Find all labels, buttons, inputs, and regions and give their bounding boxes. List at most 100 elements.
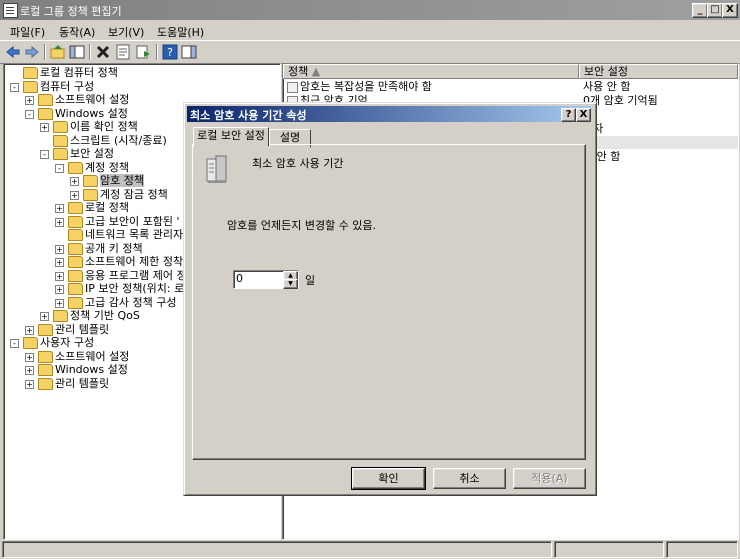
dialog-close-button[interactable]: X bbox=[576, 108, 591, 122]
column-header-policy-label: 정책 bbox=[288, 65, 309, 78]
expand-icon[interactable]: + bbox=[25, 352, 34, 362]
expand-icon[interactable]: + bbox=[55, 258, 64, 267]
menu-view[interactable]: 보기(V) bbox=[108, 24, 144, 40]
tree-node[interactable]: 로컬 컴퓨터 정책 bbox=[4, 66, 280, 79]
tree-node-label: Windows 설정 bbox=[55, 363, 128, 376]
tree-node-label: 소프트웨어 제한 정착 bbox=[85, 255, 184, 268]
maximize-button[interactable]: □ bbox=[707, 3, 723, 18]
show-pane-icon[interactable] bbox=[181, 44, 197, 60]
tree-node-label: 관리 템플릿 bbox=[55, 322, 110, 336]
menu-action[interactable]: 동작(A) bbox=[59, 24, 95, 40]
cancel-button[interactable]: 취소 bbox=[433, 468, 506, 489]
server-icon bbox=[206, 155, 227, 183]
properties-icon[interactable] bbox=[115, 44, 131, 60]
expand-icon[interactable]: + bbox=[25, 96, 34, 105]
folder-icon bbox=[38, 323, 53, 336]
tree-node-label: 사용자 구성 bbox=[40, 336, 95, 349]
expand-icon[interactable]: + bbox=[55, 244, 64, 254]
folder-icon bbox=[23, 337, 38, 349]
help-icon[interactable]: ? bbox=[162, 44, 178, 60]
status-panel-3 bbox=[666, 541, 738, 558]
close-button[interactable]: X bbox=[722, 3, 738, 18]
status-panel-2 bbox=[554, 541, 664, 558]
folder-icon bbox=[38, 377, 53, 390]
expand-icon[interactable]: + bbox=[40, 312, 49, 321]
tree-node-label: 계정 잠금 정책 bbox=[100, 187, 168, 201]
menu-bar: 파일(F) 동작(A) 보기(V) 도움말(H) bbox=[0, 20, 740, 40]
dialog-help-button[interactable]: ? bbox=[561, 108, 576, 122]
tree-node-label: 네트워크 목록 관리자 bbox=[85, 228, 184, 241]
folder-icon bbox=[38, 350, 53, 363]
setting-cell: 사용 안 함 bbox=[583, 80, 631, 93]
tree-node-label: 로컬 정책 bbox=[85, 201, 129, 214]
delete-icon[interactable] bbox=[95, 44, 111, 60]
expand-icon[interactable]: + bbox=[70, 177, 79, 186]
menu-file[interactable]: 파일(F) bbox=[10, 24, 45, 40]
minimize-button[interactable]: _ bbox=[692, 3, 708, 18]
properties-dialog[interactable]: 최소 암호 사용 기간 속성 ? X 로컬 보안 설정 설명 최소 암호 사용 … bbox=[183, 102, 597, 496]
tree-node-label: 보안 설정 bbox=[70, 147, 114, 160]
policy-editor-icon bbox=[3, 3, 18, 18]
apply-button[interactable]: 적용(A) bbox=[513, 468, 586, 489]
tree-node-label: 스크립트 (시작/종료) bbox=[70, 133, 167, 147]
folder-icon bbox=[53, 121, 68, 133]
folder-icon bbox=[23, 67, 38, 79]
ok-button[interactable]: 확인 bbox=[351, 467, 426, 490]
dialog-title-bar[interactable]: 최소 암호 사용 기간 속성 ? X bbox=[187, 106, 591, 122]
collapse-icon[interactable]: - bbox=[40, 150, 49, 159]
folder-icon bbox=[68, 256, 83, 268]
expand-icon[interactable]: + bbox=[25, 379, 34, 389]
folder-icon bbox=[68, 229, 83, 241]
folder-icon bbox=[53, 310, 68, 322]
days-spinner[interactable]: 0 ▲ ▼ bbox=[233, 270, 299, 289]
collapse-icon[interactable]: - bbox=[25, 109, 34, 119]
tree-node[interactable]: - 컴퓨터 구성 bbox=[4, 80, 280, 93]
back-icon[interactable] bbox=[5, 44, 21, 60]
table-row[interactable]: 암호는 복잡성을 만족해야 함 사용 안 함 bbox=[283, 80, 738, 93]
expand-icon[interactable]: + bbox=[40, 123, 49, 132]
tree-node-label: 관리 템플릿 bbox=[55, 376, 110, 390]
folder-icon bbox=[53, 148, 68, 160]
expand-icon[interactable]: + bbox=[70, 190, 79, 200]
folder-icon bbox=[68, 161, 83, 174]
tree-node-label: 계정 정책 bbox=[85, 160, 129, 174]
expand-icon[interactable]: + bbox=[55, 204, 64, 213]
policy-icon bbox=[287, 82, 298, 93]
tree-node-label: 소프트웨어 설정 bbox=[55, 349, 130, 363]
folder-icon bbox=[38, 94, 53, 106]
expand-icon[interactable]: + bbox=[55, 217, 64, 227]
expand-icon[interactable]: + bbox=[55, 285, 64, 294]
export-icon[interactable] bbox=[135, 44, 151, 60]
tab-local-security-setting[interactable]: 로컬 보안 설정 bbox=[193, 127, 269, 147]
window-title-bar[interactable]: 로컬 그룹 정책 편집기 _ □ X bbox=[0, 0, 740, 20]
tree-node-label: IP 보안 정책(위치: 로 bbox=[85, 282, 185, 295]
folder-icon bbox=[38, 364, 53, 376]
tree-node-label: 로컬 컴퓨터 정책 bbox=[40, 66, 118, 79]
collapse-icon[interactable]: - bbox=[10, 339, 19, 348]
expand-icon[interactable]: + bbox=[25, 325, 34, 335]
column-header-policy[interactable]: 정책 ▲ bbox=[283, 64, 579, 79]
status-panel-main bbox=[2, 541, 552, 558]
tree-node-label: 공개 키 정책 bbox=[85, 241, 143, 255]
expand-icon[interactable]: + bbox=[55, 271, 64, 281]
menu-help[interactable]: 도움말(H) bbox=[157, 24, 204, 40]
column-header-setting[interactable]: 보안 설정 bbox=[579, 64, 738, 79]
collapse-icon[interactable]: - bbox=[55, 163, 64, 173]
tree-node-label: 소프트웨어 설정 bbox=[55, 93, 130, 106]
expand-icon[interactable]: + bbox=[25, 366, 34, 375]
up-icon[interactable] bbox=[50, 44, 66, 60]
status-bar bbox=[0, 540, 740, 559]
spin-down-icon[interactable]: ▼ bbox=[283, 279, 298, 289]
days-value[interactable]: 0 bbox=[236, 272, 243, 285]
policy-name-label: 최소 암호 사용 기간 bbox=[252, 157, 344, 170]
policy-cell: 암호는 복잡성을 만족해야 함 bbox=[300, 80, 432, 93]
prompt-label: 암호를 언제든지 변경할 수 있음. bbox=[227, 219, 377, 232]
show-hide-tree-icon[interactable] bbox=[69, 44, 85, 60]
forward-icon[interactable] bbox=[24, 44, 40, 60]
expand-icon[interactable]: + bbox=[55, 298, 64, 308]
folder-icon bbox=[68, 269, 83, 282]
folder-icon bbox=[68, 202, 83, 214]
tree-node-label: 암호 정책 bbox=[100, 174, 144, 187]
tree-node-label: 컴퓨터 구성 bbox=[40, 79, 95, 93]
collapse-icon[interactable]: - bbox=[10, 82, 19, 92]
